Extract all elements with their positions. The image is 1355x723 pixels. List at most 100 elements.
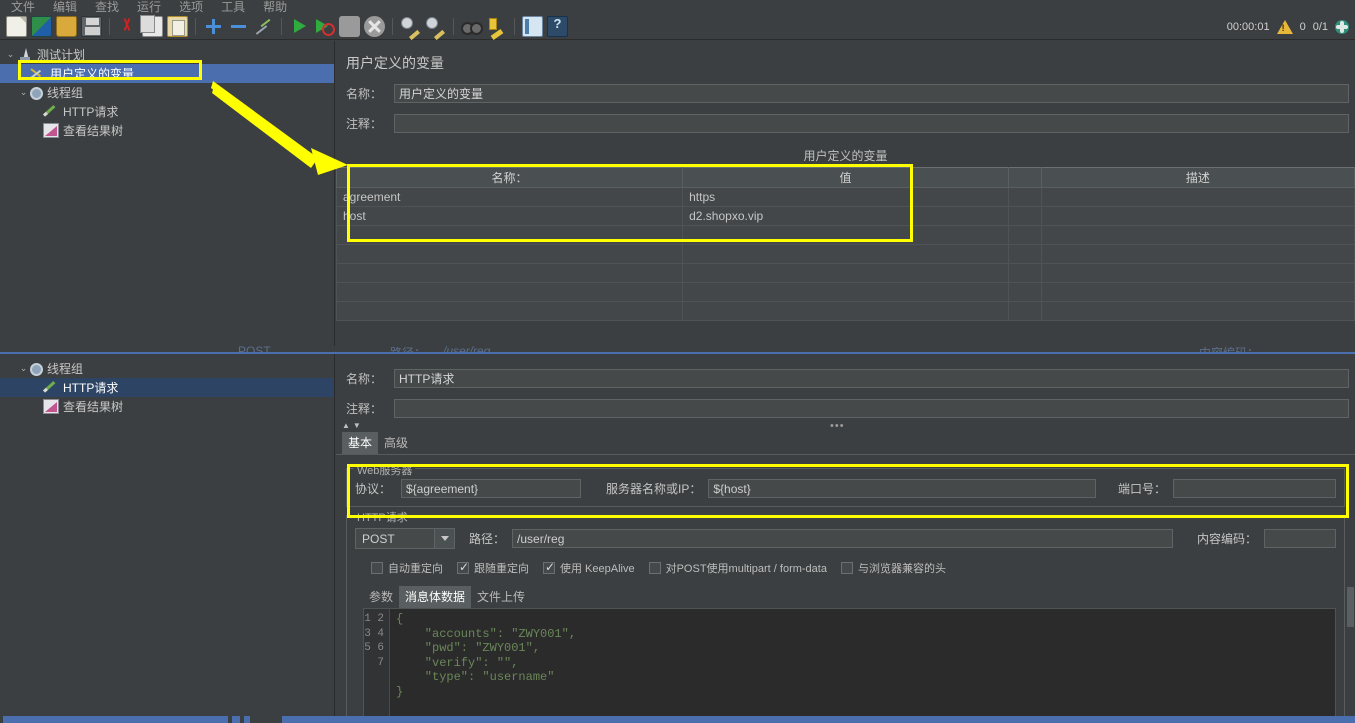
menu-item-edit[interactable]: 编辑: [44, 1, 86, 14]
table-row[interactable]: host d2.shopxo.vip: [336, 206, 1355, 226]
cell-description[interactable]: [1040, 263, 1355, 283]
cell-name[interactable]: [336, 301, 684, 321]
table-row[interactable]: [336, 263, 1355, 283]
cell-value[interactable]: [682, 282, 1009, 302]
cell-value[interactable]: https: [682, 187, 1009, 207]
path-input[interactable]: [512, 529, 1173, 548]
checkbox-multipart-form-data[interactable]: 对POST使用multipart / form-data: [648, 560, 827, 576]
cell-name[interactable]: [336, 282, 684, 302]
server-input[interactable]: [708, 479, 1096, 498]
shutdown-icon[interactable]: [364, 16, 385, 37]
collapse-icon[interactable]: [228, 16, 249, 37]
name-input[interactable]: [394, 84, 1349, 103]
cell-spacer[interactable]: [1007, 263, 1042, 283]
cell-name[interactable]: host: [336, 206, 684, 226]
body-data-editor[interactable]: 1 2 3 4 5 6 7 { "accounts": "ZWY001", "p…: [363, 608, 1336, 716]
tree-node-http-request[interactable]: HTTP请求: [0, 378, 334, 397]
cell-value[interactable]: [682, 263, 1009, 283]
menu-item-run[interactable]: 运行: [128, 1, 170, 14]
scroll-arrows[interactable]: ▲ ▼: [336, 418, 1355, 430]
editor-content[interactable]: { "accounts": "ZWY001", "pwd": "ZWY001",…: [390, 609, 1335, 716]
checkbox-browser-compatible-headers[interactable]: 与浏览器兼容的头: [840, 560, 946, 576]
menu-item-search[interactable]: 查找: [86, 1, 128, 14]
cell-spacer[interactable]: [1007, 301, 1042, 321]
cell-value[interactable]: d2.shopxo.vip: [682, 206, 1009, 226]
cell-spacer[interactable]: [1007, 244, 1042, 264]
cell-spacer[interactable]: [1007, 206, 1042, 226]
tree-node-view-results-tree[interactable]: 查看结果树: [0, 397, 334, 416]
cell-name[interactable]: [336, 244, 684, 264]
cell-description[interactable]: [1040, 187, 1355, 207]
start-no-pauses-icon[interactable]: [314, 16, 335, 37]
cell-description[interactable]: [1040, 225, 1355, 245]
comment-input[interactable]: [394, 399, 1349, 418]
encoding-input[interactable]: [1264, 529, 1336, 548]
table-row[interactable]: [336, 282, 1355, 302]
tab-advanced[interactable]: 高级: [378, 432, 414, 454]
stop-icon[interactable]: [339, 16, 360, 37]
checkbox-auto-redirect[interactable]: 自动重定向: [371, 560, 443, 576]
twisty-icon[interactable]: ⌄: [17, 87, 30, 98]
checkbox-box[interactable]: [371, 562, 383, 574]
column-header-name[interactable]: 名称：: [336, 167, 684, 188]
chevron-down-icon[interactable]: [434, 529, 454, 548]
protocol-input[interactable]: [401, 479, 581, 498]
tab-basic[interactable]: 基本: [342, 432, 379, 454]
start-icon[interactable]: [289, 16, 310, 37]
column-header-spacer[interactable]: [1007, 167, 1042, 188]
tree-node-thread-group[interactable]: ⌄ 线程组: [0, 83, 334, 102]
column-header-description[interactable]: 描述: [1040, 167, 1355, 188]
new-icon[interactable]: [6, 16, 27, 37]
table-row[interactable]: agreement https: [336, 187, 1355, 207]
open-icon[interactable]: [56, 16, 77, 37]
cell-spacer[interactable]: [1007, 225, 1042, 245]
checkbox-box[interactable]: [457, 560, 469, 574]
scroll-up-icon[interactable]: ▲: [342, 421, 350, 430]
tree-node-http-request[interactable]: HTTP请求: [0, 102, 334, 121]
name-input[interactable]: [394, 369, 1349, 388]
tree-node-user-defined-variables[interactable]: 用户定义的变量: [0, 64, 334, 83]
tree-node-view-results-tree[interactable]: 查看结果树: [0, 121, 334, 140]
navigation-icon[interactable]: [1335, 20, 1349, 34]
menu-item-options[interactable]: 选项: [170, 1, 212, 14]
search-icon[interactable]: [461, 16, 483, 37]
cut-icon[interactable]: [117, 16, 138, 37]
tab-files-upload[interactable]: 文件上传: [471, 586, 531, 608]
scrollbar-thumb[interactable]: [1347, 587, 1354, 627]
cell-value[interactable]: [682, 244, 1009, 264]
tab-body-data[interactable]: 消息体数据: [399, 586, 472, 608]
column-header-value[interactable]: 值: [682, 167, 1009, 188]
ellipsis-handle[interactable]: •••: [830, 420, 845, 432]
table-row[interactable]: [336, 244, 1355, 264]
tree-node-test-plan[interactable]: ⌄ 测试计划: [0, 45, 334, 64]
checkbox-use-keepalive[interactable]: 使用 KeepAlive: [543, 560, 635, 576]
cell-name[interactable]: [336, 225, 684, 245]
checkbox-box[interactable]: [543, 560, 555, 574]
port-input[interactable]: [1173, 479, 1336, 498]
search-reset-icon[interactable]: [486, 16, 507, 37]
menu-item-tools[interactable]: 工具: [212, 1, 254, 14]
variables-table[interactable]: 名称： 值 描述 agreement https host d2.shopxo.…: [336, 167, 1355, 321]
menu-item-help[interactable]: 帮助: [254, 1, 296, 14]
table-row[interactable]: [336, 225, 1355, 245]
comment-input[interactable]: [394, 114, 1349, 133]
expand-icon[interactable]: [203, 16, 224, 37]
method-select[interactable]: POST: [355, 528, 455, 549]
clear-all-icon[interactable]: [425, 16, 446, 37]
cell-spacer[interactable]: [1007, 282, 1042, 302]
cell-description[interactable]: [1040, 282, 1355, 302]
cell-description[interactable]: [1040, 244, 1355, 264]
tab-parameters[interactable]: 参数: [363, 586, 399, 608]
test-plan-tree[interactable]: ⌄ 测试计划 用户定义的变量 ⌄ 线程组 HTTP请求 查看结果树: [0, 41, 335, 346]
cell-value[interactable]: [682, 301, 1009, 321]
cell-value[interactable]: [682, 225, 1009, 245]
checkbox-box[interactable]: [648, 562, 661, 574]
cell-description[interactable]: [1040, 301, 1355, 321]
table-row[interactable]: [336, 301, 1355, 321]
warning-icon[interactable]: [1276, 20, 1293, 34]
editor-scrollbar[interactable]: [1346, 585, 1355, 721]
help-icon[interactable]: [547, 16, 568, 37]
paste-icon[interactable]: [167, 16, 188, 37]
test-plan-tree-front[interactable]: ⌄ 线程组 HTTP请求 查看结果树: [0, 354, 335, 716]
twisty-icon[interactable]: ⌄: [4, 49, 17, 60]
